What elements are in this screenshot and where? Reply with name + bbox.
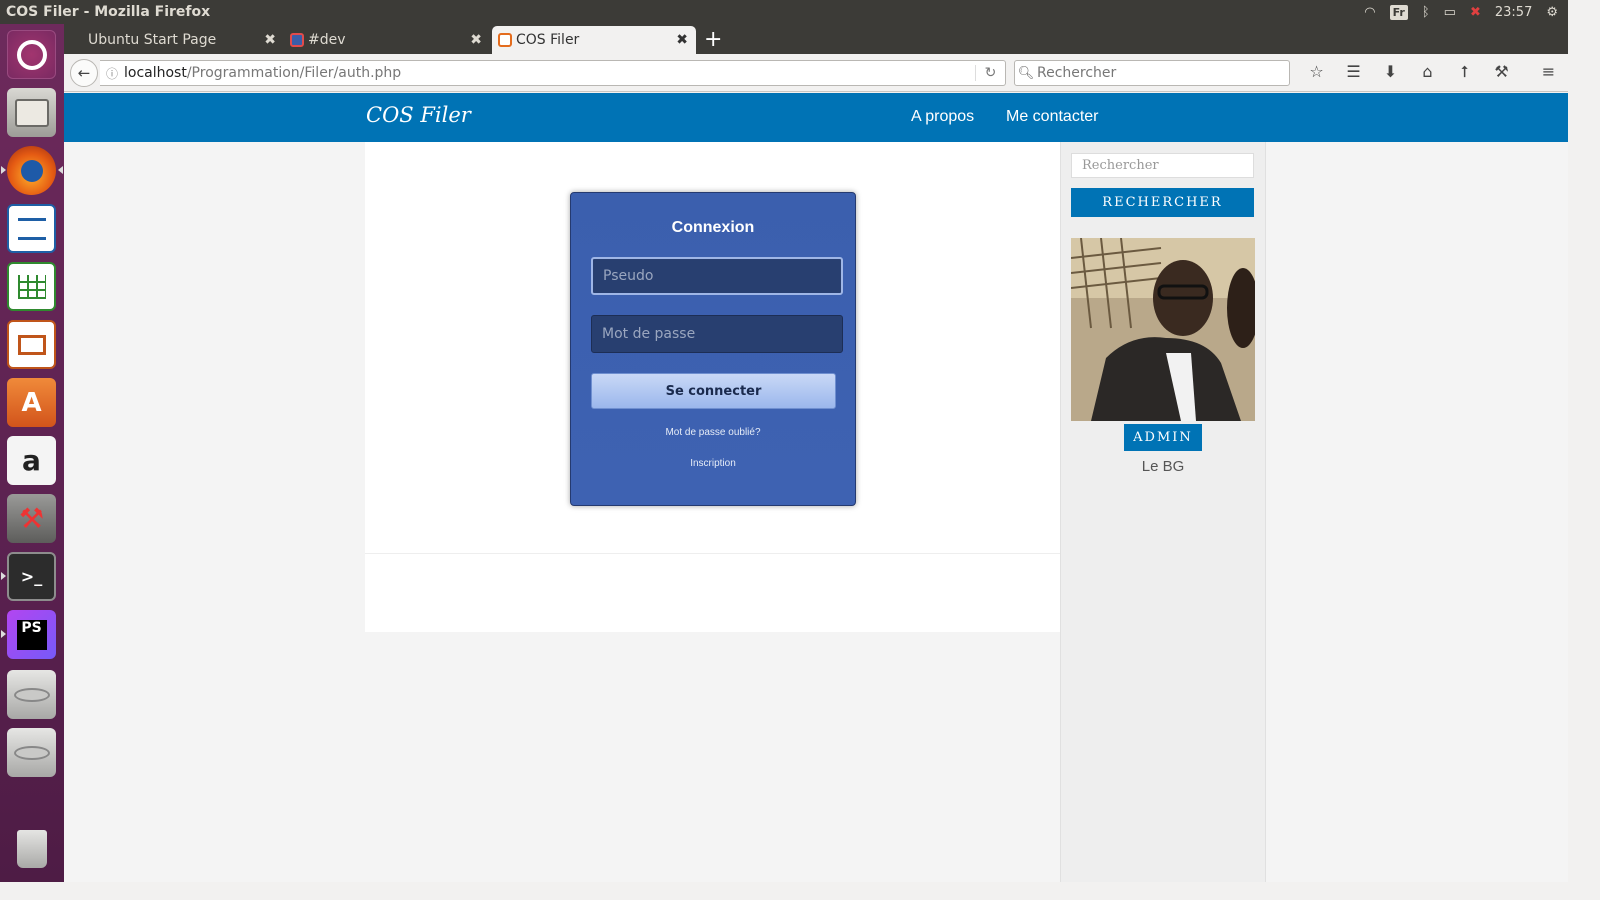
main-content: Connexion Se connecter Mot de passe oubl… [365, 142, 1060, 632]
sidebar: RECHERCHER ADMIN Le BG [1060, 142, 1266, 882]
close-icon[interactable]: ✖ [470, 32, 482, 48]
home-icon[interactable]: ⌂ [1409, 62, 1446, 82]
tab-dev[interactable]: #dev ✖ [284, 26, 490, 54]
site-brand[interactable]: COS Filer [366, 103, 471, 127]
tab-label: #dev [308, 32, 346, 48]
unity-launcher: A a ⚒ >_ PS [0, 24, 64, 882]
login-title: Connexion [671, 219, 755, 236]
download-icon[interactable]: ⬇ [1372, 62, 1409, 82]
xampp-icon [498, 33, 512, 47]
tab-cos-filer[interactable]: COS Filer ✖ [492, 26, 696, 54]
system-indicators: ◠ Fr ᛒ ▭ ✖ 23:57 ⚙ [1364, 4, 1568, 20]
libreoffice-impress-icon[interactable] [7, 320, 56, 369]
phpstorm-icon[interactable]: PS [7, 610, 56, 659]
sidebar-search-button[interactable]: RECHERCHER [1071, 188, 1254, 217]
forgot-password-link[interactable]: Mot de passe oublié? [571, 427, 855, 438]
amazon-icon[interactable]: a [7, 436, 56, 485]
close-icon[interactable]: ✖ [264, 32, 276, 48]
trash-icon[interactable] [7, 824, 56, 873]
tab-label: Ubuntu Start Page [88, 32, 217, 48]
username-field[interactable] [591, 257, 843, 295]
disk-icon[interactable] [7, 728, 56, 777]
developer-tools-icon[interactable]: ⚒ [1483, 62, 1520, 82]
sidebar-search-input[interactable] [1071, 153, 1254, 178]
ubuntu-dash-icon[interactable] [7, 30, 56, 79]
back-button[interactable]: ← [70, 59, 98, 87]
browser-search-bar[interactable]: 🔍︎ Rechercher [1014, 60, 1290, 86]
volume-muted-icon[interactable]: ✖ [1470, 5, 1481, 20]
window-title: COS Filer - Mozilla Firefox [6, 4, 211, 20]
disk-icon[interactable] [7, 670, 56, 719]
tab-label: COS Filer [516, 32, 580, 48]
close-icon[interactable]: ✖ [676, 32, 688, 48]
running-indicator [1, 166, 6, 174]
running-indicator [1, 630, 6, 638]
user-name: Le BG [1141, 458, 1185, 475]
browser-tab-strip: Ubuntu Start Page ✖ #dev ✖ COS Filer ✖ + [64, 24, 1568, 54]
content-divider [365, 553, 1060, 554]
tab-ubuntu-start-page[interactable]: Ubuntu Start Page ✖ [64, 26, 284, 54]
libreoffice-writer-icon[interactable] [7, 204, 56, 253]
reload-icon[interactable]: ↻ [975, 65, 1005, 81]
avatar [1071, 238, 1255, 421]
system-top-bar: COS Filer - Mozilla Firefox ◠ Fr ᛒ ▭ ✖ 2… [0, 0, 1568, 24]
new-tab-button[interactable]: + [704, 27, 722, 52]
login-button[interactable]: Se connecter [591, 373, 836, 409]
search-placeholder: Rechercher [1037, 65, 1117, 81]
password-field[interactable] [591, 315, 843, 353]
terminal-icon[interactable]: >_ [7, 552, 56, 601]
focused-indicator [58, 166, 63, 174]
libreoffice-calc-icon[interactable] [7, 262, 56, 311]
files-icon[interactable] [7, 88, 56, 137]
nav-link-me-contacter[interactable]: Me contacter [1006, 108, 1098, 126]
site-header: COS Filer A propos Me contacter [64, 93, 1568, 142]
battery-icon[interactable]: ▭ [1444, 5, 1456, 20]
software-center-icon[interactable]: A [7, 378, 56, 427]
irc-icon [290, 33, 304, 47]
toolbar-icons: ☆ ☰ ⬇ ⌂ ⭡ ⚒ ≡ [1298, 62, 1567, 82]
browser-nav-bar: ← ⓘ localhost/Programmation/Filer/auth.p… [64, 54, 1568, 92]
search-icon: 🔍︎ [1017, 65, 1035, 81]
register-link[interactable]: Inscription [571, 458, 855, 469]
keyboard-layout-indicator[interactable]: Fr [1389, 4, 1408, 20]
bookmark-star-icon[interactable]: ☆ [1298, 62, 1335, 82]
login-panel: Connexion Se connecter Mot de passe oubl… [570, 192, 856, 506]
hamburger-menu-icon[interactable]: ≡ [1530, 62, 1567, 82]
address-bar[interactable]: ⓘ localhost/Programmation/Filer/auth.php… [100, 60, 1006, 86]
reading-list-icon[interactable]: ☰ [1335, 62, 1372, 82]
bluetooth-icon[interactable]: ᛒ [1422, 5, 1430, 20]
nav-link-a-propos[interactable]: A propos [911, 108, 974, 126]
running-indicator [1, 572, 6, 580]
url-path: /Programmation/Filer/auth.php [186, 65, 402, 81]
wifi-icon[interactable]: ◠ [1364, 5, 1375, 20]
gear-icon[interactable]: ⚙ [1546, 5, 1558, 20]
clock[interactable]: 23:57 [1495, 5, 1532, 20]
role-badge: ADMIN [1124, 424, 1202, 451]
system-settings-icon[interactable]: ⚒ [7, 494, 56, 543]
url-host: localhost [124, 65, 187, 81]
firefox-icon[interactable] [7, 146, 56, 195]
site-info-icon[interactable]: ⓘ [100, 65, 124, 82]
pocket-icon[interactable]: ⭡ [1446, 62, 1483, 82]
web-page: COS Filer A propos Me contacter Connexio… [64, 93, 1568, 882]
avatar-photo [1071, 238, 1255, 421]
